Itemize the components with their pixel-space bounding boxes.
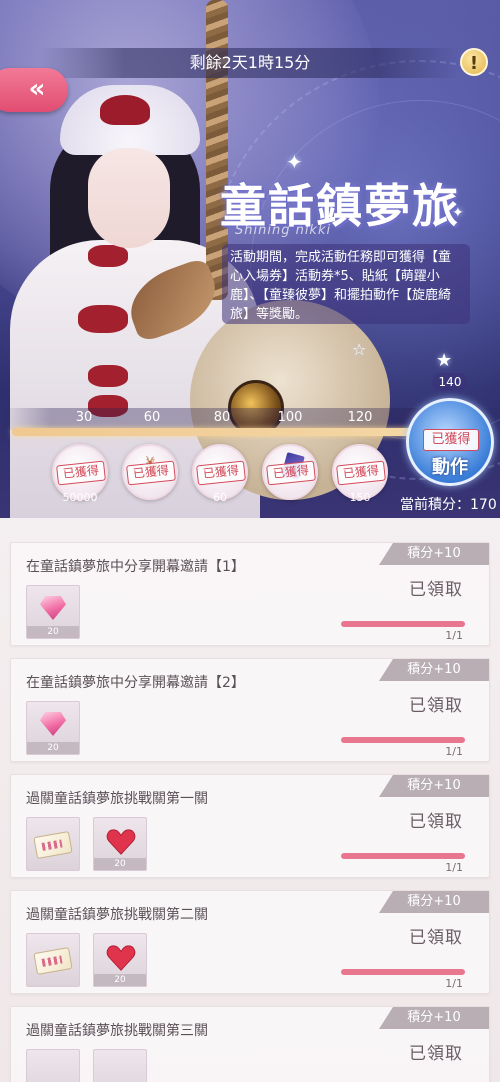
milestone-label: 80 [213, 410, 231, 425]
task-progress-bar [341, 853, 465, 859]
task-points-badge: 積分+10 [379, 775, 489, 797]
task-title: 過關童話鎮夢旅挑戰關第二關 [26, 907, 208, 923]
final-reward-label: 動作 [432, 457, 468, 478]
obtained-stamp: 已獲得 [196, 460, 246, 486]
task-row: 過關童話鎮夢旅挑戰關第一關 積分+10 20 已領取 1/1 [10, 774, 490, 878]
claimed-status: 已領取 [343, 575, 463, 611]
task-progress-bar [341, 621, 465, 627]
dress-bow [78, 305, 128, 333]
back-button[interactable]: « [0, 68, 68, 112]
claimed-status: 已領取 [343, 807, 463, 843]
star-icon: ☆ [352, 340, 367, 359]
obtained-stamp: 已獲得 [56, 460, 106, 486]
milestone-label: 140 [432, 373, 468, 391]
reward-item-gem[interactable]: 20 [26, 585, 80, 639]
task-title: 過關童話鎮夢旅挑戰關第一關 [26, 791, 208, 807]
reward-item-heart[interactable] [93, 1049, 147, 1082]
obtained-stamp: 已獲得 [126, 460, 176, 486]
milestone-reward-sticker[interactable]: 🦌 已獲得 [122, 444, 178, 500]
milestone-reward-card[interactable]: 已獲得 [262, 444, 318, 500]
task-row: 在童話鎮夢旅中分享開幕邀請【1】 積分+10 20 已領取 1/1 [10, 542, 490, 646]
task-list[interactable]: 在童話鎮夢旅中分享開幕邀請【1】 積分+10 20 已領取 1/1 在童話鎮夢旅… [0, 518, 500, 1082]
reward-qty: 60 [213, 491, 227, 504]
task-title: 在童話鎮夢旅中分享開幕邀請【1】 [26, 559, 245, 575]
task-progress-text: 1/1 [445, 977, 463, 990]
task-progress-bar [341, 969, 465, 975]
heart-icon [106, 945, 136, 971]
obtained-stamp: 已獲得 [266, 460, 316, 486]
task-title: 過關童話鎮夢旅挑戰關第三關 [26, 1023, 208, 1039]
reward-item-heart[interactable]: 20 [93, 933, 147, 987]
milestone-label: 30 [75, 410, 93, 425]
current-score: 當前積分：170 [400, 497, 497, 513]
dress-bow [88, 365, 128, 387]
reward-item-ticket[interactable] [26, 933, 80, 987]
task-title: 在童話鎮夢旅中分享開幕邀請【2】 [26, 675, 245, 691]
gem-icon [40, 596, 66, 620]
score-progress-track [12, 428, 424, 436]
reward-item-heart[interactable]: 20 [93, 817, 147, 871]
milestone-label: 60 [143, 410, 161, 425]
bonnet-bow [100, 95, 150, 125]
milestone-final-reward[interactable]: 已獲得 動作 [406, 398, 494, 486]
event-banner: 剩餘2天1時15分 « ! ✦ ✦ 童話鎮夢旅 Shining nikki 活動… [0, 0, 500, 518]
star-icon: ★ [436, 350, 453, 371]
event-description: 活動期間，完成活動任務即可獲得【童心入場券】活動券*5、貼紙【萌躍小鹿】、【童臻… [222, 244, 470, 324]
reward-item-ticket[interactable] [26, 817, 80, 871]
event-subtitle: Shining nikki [235, 223, 332, 238]
gem-icon [40, 712, 66, 736]
task-row: 過關童話鎮夢旅挑戰關第三關 積分+10 已領取 [10, 1006, 490, 1082]
milestone-label: 120 [347, 410, 373, 425]
task-row: 在童話鎮夢旅中分享開幕邀請【2】 積分+10 20 已領取 1/1 [10, 658, 490, 762]
reward-item-gem[interactable]: 20 [26, 701, 80, 755]
task-points-badge: 積分+10 [379, 543, 489, 565]
reward-qty: 50000 [62, 491, 98, 504]
task-points-badge: 積分+10 [379, 891, 489, 913]
dress-bow [88, 245, 128, 267]
item-qty: 20 [27, 626, 79, 638]
claimed-status: 已領取 [343, 691, 463, 727]
claimed-status: 已領取 [343, 1039, 463, 1075]
task-progress-text: 1/1 [445, 629, 463, 642]
claimed-status: 已領取 [343, 923, 463, 959]
milestone-label: 100 [277, 410, 303, 425]
task-points-badge: 積分+10 [379, 1007, 489, 1029]
task-progress-text: 1/1 [445, 745, 463, 758]
obtained-stamp: 已獲得 [423, 429, 479, 451]
item-qty: 20 [94, 858, 146, 870]
ticket-icon [33, 947, 73, 975]
item-qty: 20 [27, 742, 79, 754]
reward-item-ticket[interactable] [26, 1049, 80, 1082]
event-timer: 剩餘2天1時15分 [40, 48, 460, 78]
heart-icon [106, 829, 136, 855]
task-progress-text: 1/1 [445, 861, 463, 874]
reward-qty: 150 [349, 491, 371, 504]
info-button[interactable]: ! [460, 48, 488, 76]
obtained-stamp: 已獲得 [336, 460, 386, 486]
task-row: 過關童話鎮夢旅挑戰關第二關 積分+10 20 已領取 1/1 [10, 890, 490, 994]
item-qty: 20 [94, 974, 146, 986]
ticket-icon [33, 831, 73, 859]
task-points-badge: 積分+10 [379, 659, 489, 681]
character-face [88, 148, 170, 248]
task-progress-bar [341, 737, 465, 743]
